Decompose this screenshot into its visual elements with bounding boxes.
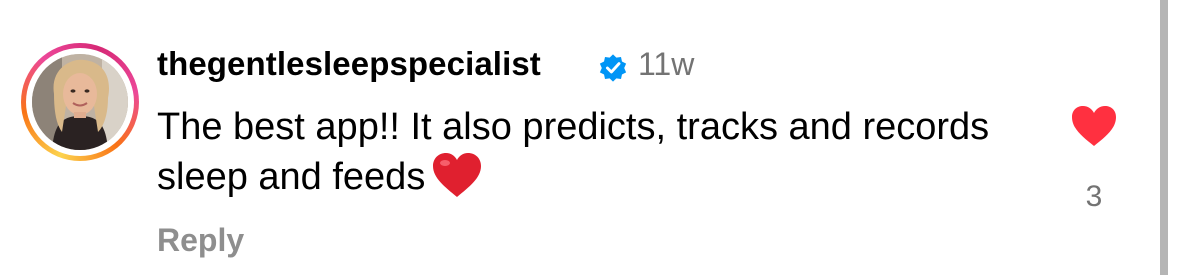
story-ring[interactable]	[21, 43, 139, 161]
verified-badge-icon	[597, 52, 629, 84]
like-count: 3	[1085, 180, 1103, 213]
reply-button[interactable]: Reply	[157, 222, 244, 259]
scrollbar-thumb[interactable]	[1160, 0, 1168, 275]
comment-username[interactable]: thegentlesleepspecialist	[157, 45, 541, 83]
comment-body: The best app!! It also predicts, tracks …	[157, 103, 1037, 201]
avatar[interactable]	[32, 54, 128, 150]
comment-text: The best app!! It also predicts, tracks …	[157, 106, 990, 198]
red-heart-emoji-icon	[431, 151, 483, 199]
heart-icon[interactable]	[1070, 104, 1118, 148]
scrollbar[interactable]	[1160, 0, 1179, 275]
comment-timestamp: 11w	[638, 46, 695, 82]
comment-item: thegentlesleepspecialist 11w The best ap…	[0, 0, 1160, 275]
